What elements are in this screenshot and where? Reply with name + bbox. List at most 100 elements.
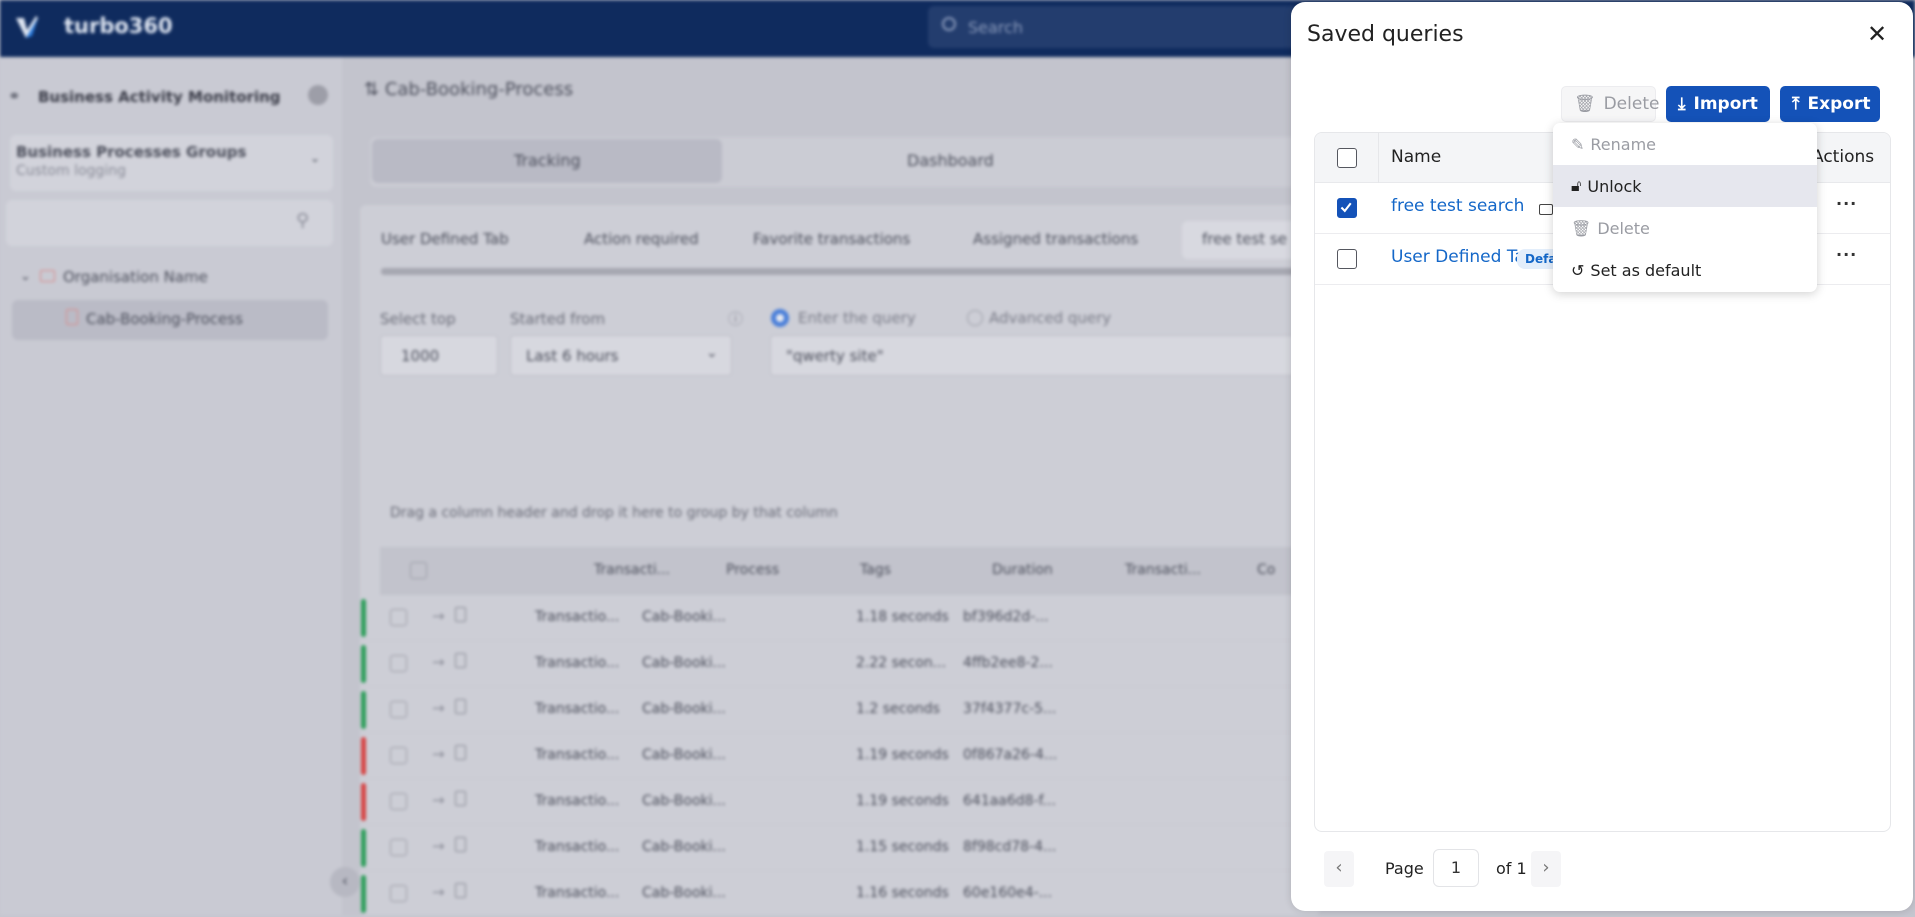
row-checkbox[interactable] (390, 609, 407, 626)
global-search-input[interactable]: Search (928, 6, 1298, 48)
import-button[interactable]: ⤓ Import (1666, 86, 1770, 122)
subtab-scrollbar[interactable] (381, 268, 1321, 275)
brand-name: turbo360 (64, 14, 173, 38)
gear-icon[interactable] (308, 85, 328, 105)
row-checkbox[interactable] (390, 839, 407, 856)
menu-item-unlock[interactable]: 🔓︎ Unlock (1553, 165, 1817, 207)
document-icon[interactable] (455, 791, 466, 806)
row-actions-button[interactable]: ··· (1836, 245, 1857, 264)
monitoring-icon: ⚭ (8, 87, 21, 105)
radio-enter-query[interactable] (771, 309, 789, 327)
process-icon (66, 309, 78, 325)
tree-org[interactable]: Organisation Name (63, 268, 208, 286)
process-icon: ⇅ (364, 79, 385, 100)
document-icon[interactable] (455, 883, 466, 898)
started-from-select[interactable]: Last 6 hours ⌄ (510, 335, 732, 376)
grid-row[interactable]: → Transactio... Cab-Booki... 1.19 second… (360, 779, 1320, 825)
chevron-down-icon: ⌄ (310, 151, 321, 165)
main-tabs: Tracking Dashboard Tr (370, 137, 1320, 187)
tab-tracking[interactable]: Tracking (372, 139, 722, 183)
arrow-icon[interactable]: → (432, 745, 445, 763)
next-page-button[interactable]: › (1531, 851, 1561, 887)
sidebar: ⚭ Business Activity Monitoring Business … (0, 57, 342, 915)
tab-dashboard[interactable]: Dashboard (907, 151, 994, 170)
arrow-icon[interactable]: → (432, 699, 445, 717)
query-name-link[interactable]: free test search (1391, 196, 1524, 216)
page-input[interactable]: 1 (1433, 849, 1479, 887)
row-checkbox[interactable] (1337, 249, 1357, 269)
delete-button[interactable]: 🗑 Delete (1561, 86, 1659, 122)
status-bar (361, 875, 366, 913)
row-checkbox[interactable] (1337, 198, 1357, 218)
menu-item-delete[interactable]: 🗑 Delete (1553, 207, 1817, 249)
status-bar (361, 599, 366, 637)
column-header[interactable]: Tags (860, 562, 891, 578)
radio-advanced-query[interactable] (967, 310, 983, 326)
close-icon[interactable]: ✕ (1867, 20, 1887, 48)
menu-item-rename[interactable]: ✎ Rename (1553, 123, 1817, 165)
grid-row[interactable]: → Transactio... Cab-Booki... 2.22 secon.… (360, 641, 1320, 687)
select-all-checkbox[interactable] (1337, 148, 1357, 168)
row-actions-button[interactable]: ··· (1836, 194, 1857, 213)
grid-row[interactable]: → Transactio... Cab-Booki... 1.19 second… (360, 733, 1320, 779)
query-input[interactable]: "qwerty site" (770, 335, 1330, 376)
grid-header: Transacti... Process Tags Duration Trans… (380, 547, 1340, 595)
folder-icon (40, 270, 55, 282)
arrow-icon[interactable]: → (432, 653, 445, 671)
tracking-card: User Defined Tab Action required Favorit… (360, 205, 1340, 917)
document-icon[interactable] (455, 745, 466, 760)
status-bar (361, 645, 366, 683)
grid-row[interactable]: → Transactio... Cab-Booki... 1.15 second… (360, 825, 1320, 871)
collapse-sidebar-button[interactable]: ‹ (330, 867, 360, 897)
unlock-icon: 🔓︎ (1571, 176, 1582, 195)
row-checkbox[interactable] (390, 655, 407, 672)
subtab[interactable]: Favorite transactions (753, 230, 910, 248)
status-bar (361, 783, 366, 821)
grid-row[interactable]: → Transactio... Cab-Booki... 1.16 second… (360, 871, 1320, 917)
chevron-down-icon: ⌄ (706, 345, 718, 361)
group-hint: Drag a column header and drop it here to… (390, 505, 838, 521)
arrow-icon[interactable]: → (432, 607, 445, 625)
search-icon: ⚲ (296, 210, 310, 231)
row-checkbox[interactable] (390, 793, 407, 810)
row-checkbox[interactable] (390, 701, 407, 718)
chevron-down-icon[interactable]: ⌄ (20, 269, 31, 284)
query-name-link[interactable]: User Defined Tab (1391, 247, 1536, 267)
grid-row[interactable]: → Transactio... Cab-Booki... 1.18 second… (360, 595, 1320, 641)
document-icon[interactable] (455, 699, 466, 714)
column-header[interactable]: Co (1257, 562, 1275, 578)
tree-item-cab-booking[interactable]: Cab-Booking-Process (12, 300, 328, 340)
column-header[interactable]: Transacti... (1125, 562, 1201, 578)
prev-page-button[interactable]: ‹ (1324, 851, 1354, 887)
turbo360-logo (16, 16, 38, 38)
document-icon[interactable] (455, 653, 466, 668)
select-all-checkbox[interactable] (410, 562, 427, 579)
row-checkbox[interactable] (390, 747, 407, 764)
row-actions-menu: ✎ Rename 🔓︎ Unlock 🗑 Delete ↺ Set as default (1553, 123, 1817, 292)
edit-icon: ✎ (1571, 134, 1585, 154)
document-icon[interactable] (455, 607, 466, 622)
arrow-icon[interactable]: → (432, 883, 445, 901)
arrow-icon[interactable]: → (432, 837, 445, 855)
lock-icon (1539, 204, 1553, 215)
trash-icon: 🗑 (1571, 218, 1592, 238)
select-top-input[interactable]: 1000 (380, 335, 498, 376)
arrow-icon[interactable]: → (432, 791, 445, 809)
grid-row[interactable]: → Transactio... Cab-Booki... 1.2 seconds… (360, 687, 1320, 733)
sidebar-search-input[interactable]: ⚲ (6, 200, 333, 246)
subtab[interactable]: User Defined Tab (381, 230, 509, 248)
column-header[interactable]: Transacti... (594, 562, 670, 578)
subtab[interactable]: Assigned transactions (973, 230, 1138, 248)
export-button[interactable]: ⤒ Export (1780, 86, 1880, 122)
column-header[interactable]: Process (726, 562, 779, 578)
row-checkbox[interactable] (390, 885, 407, 902)
status-bar (361, 829, 366, 867)
menu-item-set-default[interactable]: ↺ Set as default (1553, 249, 1817, 291)
column-header[interactable]: Duration (992, 562, 1053, 578)
modal-title: Saved queries (1307, 22, 1464, 47)
info-icon: ⓘ (728, 310, 744, 328)
group-select[interactable]: Business Processes Groups Custom logging… (10, 135, 333, 191)
sidebar-title: Business Activity Monitoring (38, 88, 281, 106)
document-icon[interactable] (455, 837, 466, 852)
subtab[interactable]: Action required (584, 230, 699, 248)
